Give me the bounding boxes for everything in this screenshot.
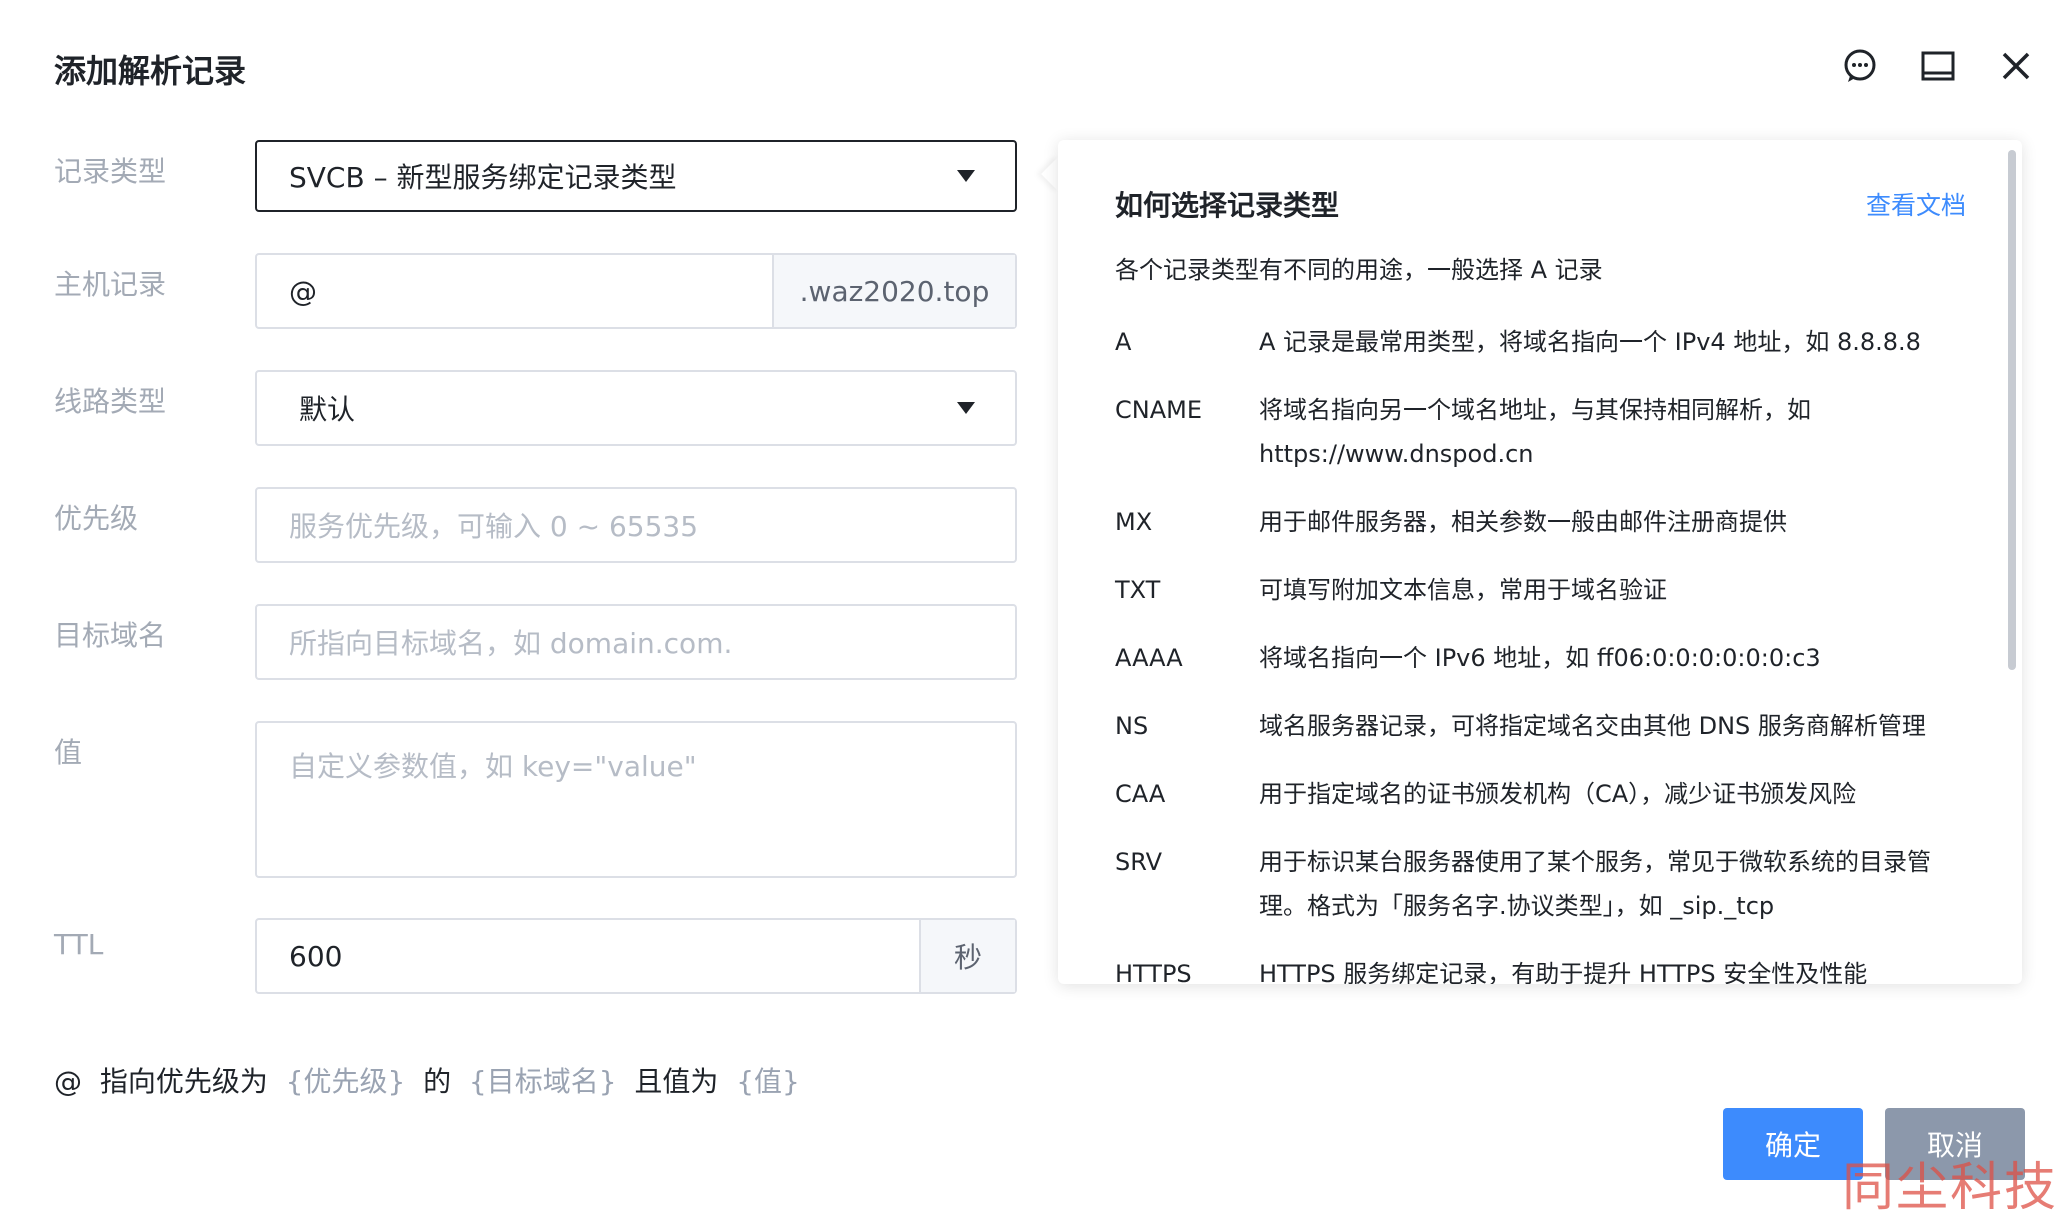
- record-type-name: A: [1115, 328, 1132, 356]
- record-type-desc: A 记录是最常用类型，将域名指向一个 IPv4 地址，如 8.8.8.8: [1259, 328, 1921, 356]
- record-type-name: CAA: [1115, 780, 1166, 808]
- record-type-list: A A 记录是最常用类型，将域名指向一个 IPv4 地址，如 8.8.8.8 CN…: [1115, 320, 1965, 984]
- line-type-label: 线路类型: [54, 385, 167, 418]
- record-type-name: CNAME: [1115, 396, 1202, 424]
- target-label: 目标域名: [54, 619, 167, 652]
- host-label: 主机记录: [54, 268, 167, 301]
- list-item: HTTPS HTTPS 服务绑定记录，有助于提升 HTTPS 安全性及性能: [1115, 952, 1965, 984]
- summary-placeholder: {值}: [736, 1065, 800, 1098]
- panel-scrollbar[interactable]: [2008, 150, 2016, 670]
- host-field[interactable]: @ .waz2020.top: [255, 253, 1017, 329]
- record-type-name: AAAA: [1115, 644, 1183, 672]
- record-type-value: SVCB – 新型服务绑定记录类型: [289, 161, 677, 194]
- record-type-desc: 用于标识某台服务器使用了某个服务，常见于微软系统的目录管理。格式为「服务名字.协…: [1259, 848, 1931, 920]
- record-type-name: HTTPS: [1115, 960, 1192, 984]
- record-type-desc: 用于邮件服务器，相关参数一般由邮件注册商提供: [1259, 508, 1787, 536]
- record-type-name: SRV: [1115, 848, 1163, 876]
- record-type-name: MX: [1115, 508, 1153, 536]
- window-icon[interactable]: [1918, 46, 1958, 86]
- ttl-input[interactable]: 600: [257, 940, 919, 973]
- line-type-value: 默认: [299, 393, 356, 426]
- priority-input[interactable]: 服务优先级，可输入 0 ~ 65535: [255, 487, 1017, 563]
- list-item: TXT 可填写附加文本信息，常用于域名验证: [1115, 568, 1965, 612]
- list-item: CNAME 将域名指向另一个域名地址，与其保持相同解析，如 https://www…: [1115, 388, 1965, 476]
- priority-label: 优先级: [54, 502, 139, 535]
- list-item: AAAA 将域名指向一个 IPv6 地址，如 ff06:0:0:0:0:0:0:c…: [1115, 636, 1965, 680]
- record-type-desc: 用于指定域名的证书颁发机构（CA），减少证书颁发风险: [1259, 780, 1857, 808]
- list-item: NS 域名服务器记录，可将指定域名交由其他 DNS 服务商解析管理: [1115, 704, 1965, 748]
- summary-text: 且值为: [634, 1065, 719, 1098]
- help-title: 如何选择记录类型: [1115, 189, 1340, 222]
- host-input[interactable]: @: [257, 275, 772, 308]
- record-summary: @ 指向优先级为 {优先级} 的 {目标域名} 且值为 {值}: [54, 1060, 800, 1100]
- target-domain-input[interactable]: 所指向目标域名，如 domain.com.: [255, 604, 1017, 680]
- ttl-label: TTL: [54, 928, 104, 961]
- line-type-select[interactable]: 默认: [255, 370, 1017, 446]
- record-type-desc: 域名服务器记录，可将指定域名交由其他 DNS 服务商解析管理: [1259, 712, 1926, 740]
- list-item: CAA 用于指定域名的证书颁发机构（CA），减少证书颁发风险: [1115, 772, 1965, 816]
- ttl-field[interactable]: 600 秒: [255, 918, 1017, 994]
- target-placeholder: 所指向目标域名，如 domain.com.: [289, 627, 733, 660]
- value-placeholder: 自定义参数值，如 key="value": [289, 750, 697, 783]
- record-type-select[interactable]: SVCB – 新型服务绑定记录类型: [255, 140, 1017, 212]
- record-type-desc: 将域名指向另一个域名地址，与其保持相同解析，如 https://www.dnsp…: [1259, 396, 1811, 468]
- summary-placeholder: {优先级}: [285, 1065, 406, 1098]
- record-type-desc: 将域名指向一个 IPv6 地址，如 ff06:0:0:0:0:0:0:c3: [1259, 644, 1821, 672]
- record-type-help-panel: 如何选择记录类型 查看文档 各个记录类型有不同的用途，一般选择 A 记录 A A …: [1058, 140, 2022, 984]
- caret-down-icon: [957, 170, 975, 182]
- caret-down-icon: [957, 402, 975, 414]
- watermark: 同尘科技: [1841, 1158, 2058, 1218]
- record-type-desc: HTTPS 服务绑定记录，有助于提升 HTTPS 安全性及性能: [1259, 960, 1868, 984]
- ttl-unit: 秒: [919, 920, 1015, 992]
- record-type-name: TXT: [1115, 576, 1161, 604]
- host-domain-suffix: .waz2020.top: [772, 255, 1015, 327]
- close-icon[interactable]: [1996, 46, 2036, 86]
- record-type-desc: 可填写附加文本信息，常用于域名验证: [1259, 576, 1667, 604]
- list-item: SRV 用于标识某台服务器使用了某个服务，常见于微软系统的目录管理。格式为「服务名…: [1115, 840, 1965, 928]
- summary-placeholder: {目标域名}: [468, 1065, 617, 1098]
- view-docs-link[interactable]: 查看文档: [1866, 186, 1966, 222]
- list-item: MX 用于邮件服务器，相关参数一般由邮件注册商提供: [1115, 500, 1965, 544]
- summary-text: 指向优先级为: [99, 1065, 268, 1098]
- help-description: 各个记录类型有不同的用途，一般选择 A 记录: [1115, 256, 1603, 284]
- summary-host: @: [54, 1065, 82, 1098]
- dialog-title: 添加解析记录: [54, 52, 247, 90]
- record-type-name: NS: [1115, 712, 1149, 740]
- summary-text: 的: [423, 1065, 452, 1098]
- record-type-label: 记录类型: [54, 155, 167, 188]
- value-textarea[interactable]: 自定义参数值，如 key="value": [255, 721, 1017, 878]
- priority-placeholder: 服务优先级，可输入 0 ~ 65535: [289, 510, 699, 543]
- value-label: 值: [54, 736, 83, 769]
- list-item: A A 记录是最常用类型，将域名指向一个 IPv4 地址，如 8.8.8.8: [1115, 320, 1965, 364]
- chat-icon[interactable]: [1840, 46, 1880, 86]
